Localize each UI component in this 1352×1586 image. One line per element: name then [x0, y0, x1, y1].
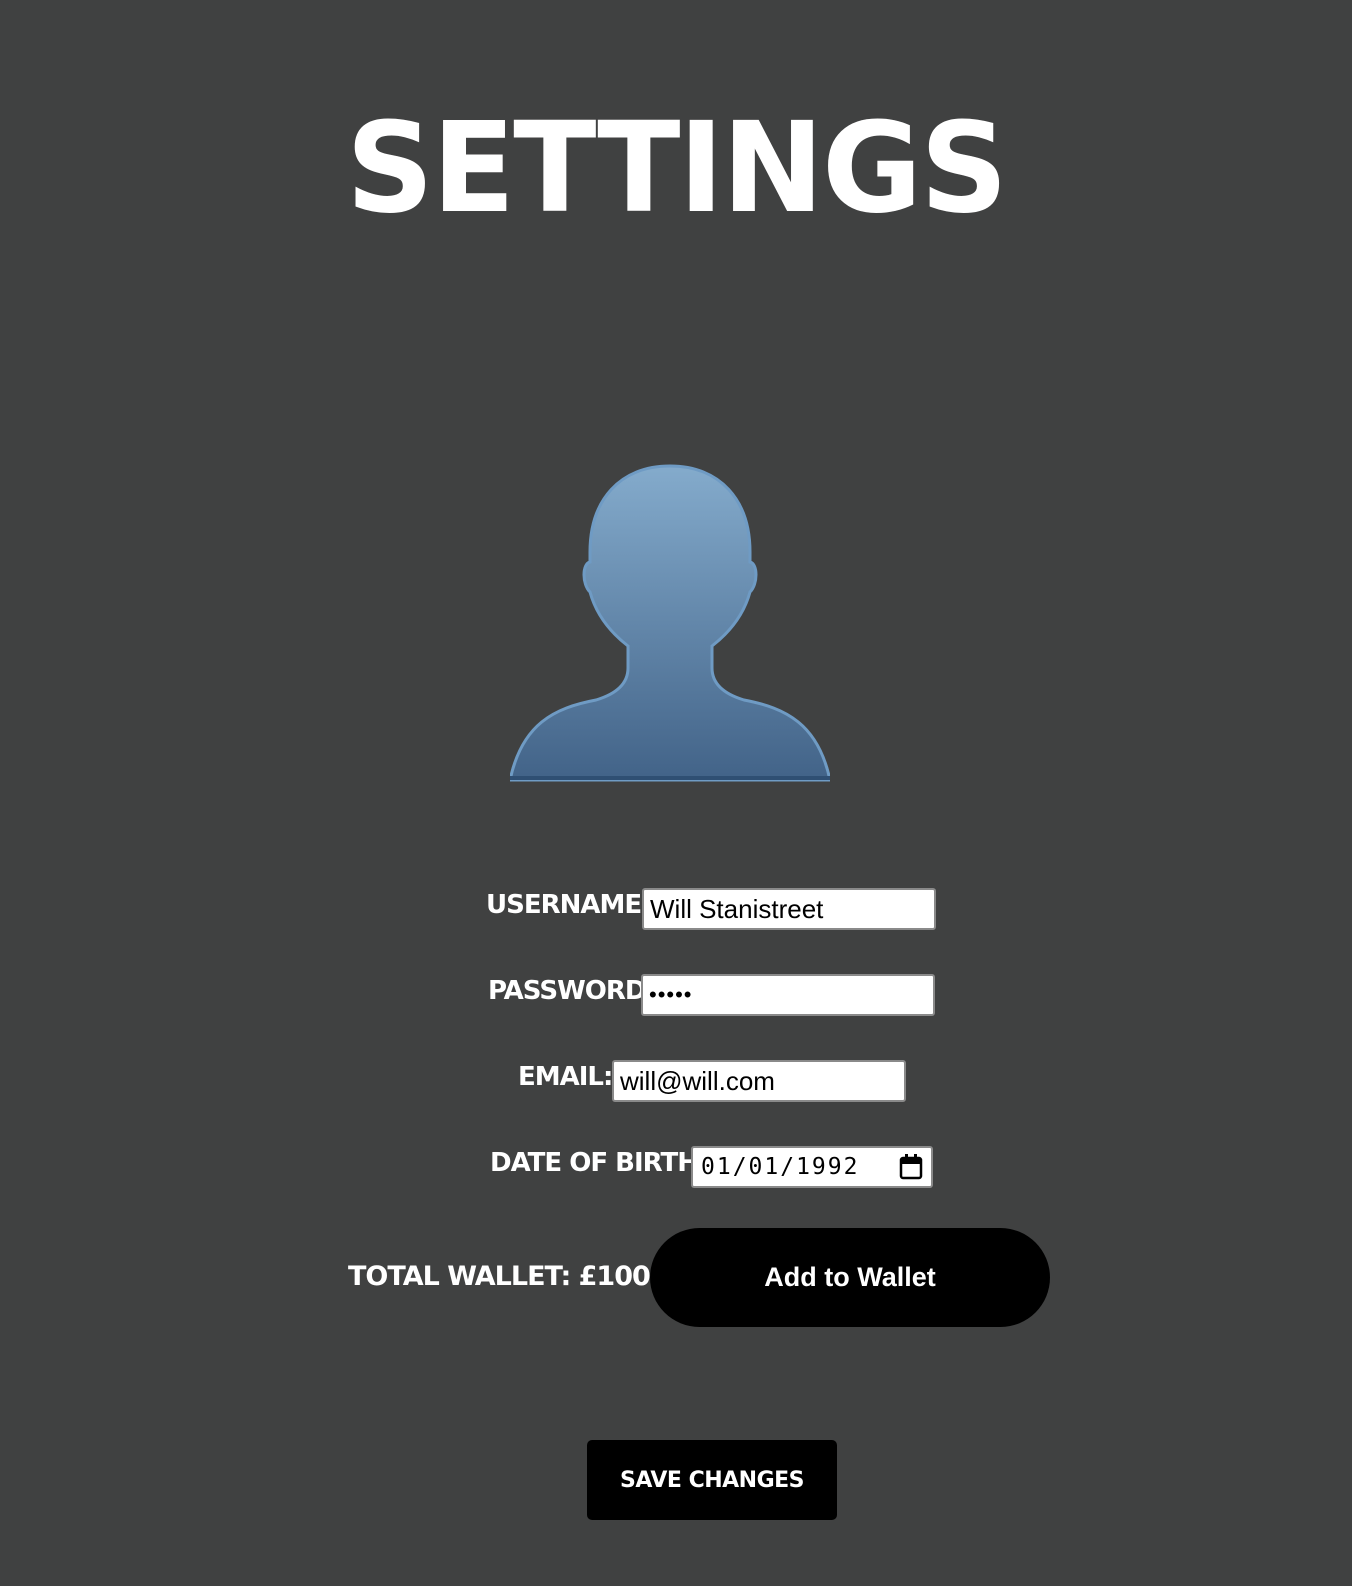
date-of-birth-label: DATE OF BIRTH:: [490, 1148, 708, 1178]
add-to-wallet-button[interactable]: Add to Wallet: [650, 1228, 1050, 1327]
calendar-icon[interactable]: [899, 1154, 923, 1180]
username-input[interactable]: [642, 888, 936, 930]
save-changes-button[interactable]: SAVE CHANGES: [587, 1440, 837, 1520]
email-label: EMAIL:: [518, 1062, 613, 1092]
date-of-birth-value: 01/01/1992: [701, 1154, 860, 1180]
date-of-birth-input[interactable]: 01/01/1992: [691, 1146, 933, 1188]
password-label: PASSWORD:: [488, 976, 656, 1006]
password-input[interactable]: [641, 974, 935, 1016]
email-input[interactable]: [612, 1060, 906, 1102]
username-label: USERNAME:: [486, 890, 652, 920]
page-title: SETTINGS: [346, 95, 1008, 241]
total-wallet-label: TOTAL WALLET: £100: [348, 1261, 651, 1292]
user-avatar-icon: [510, 464, 830, 782]
